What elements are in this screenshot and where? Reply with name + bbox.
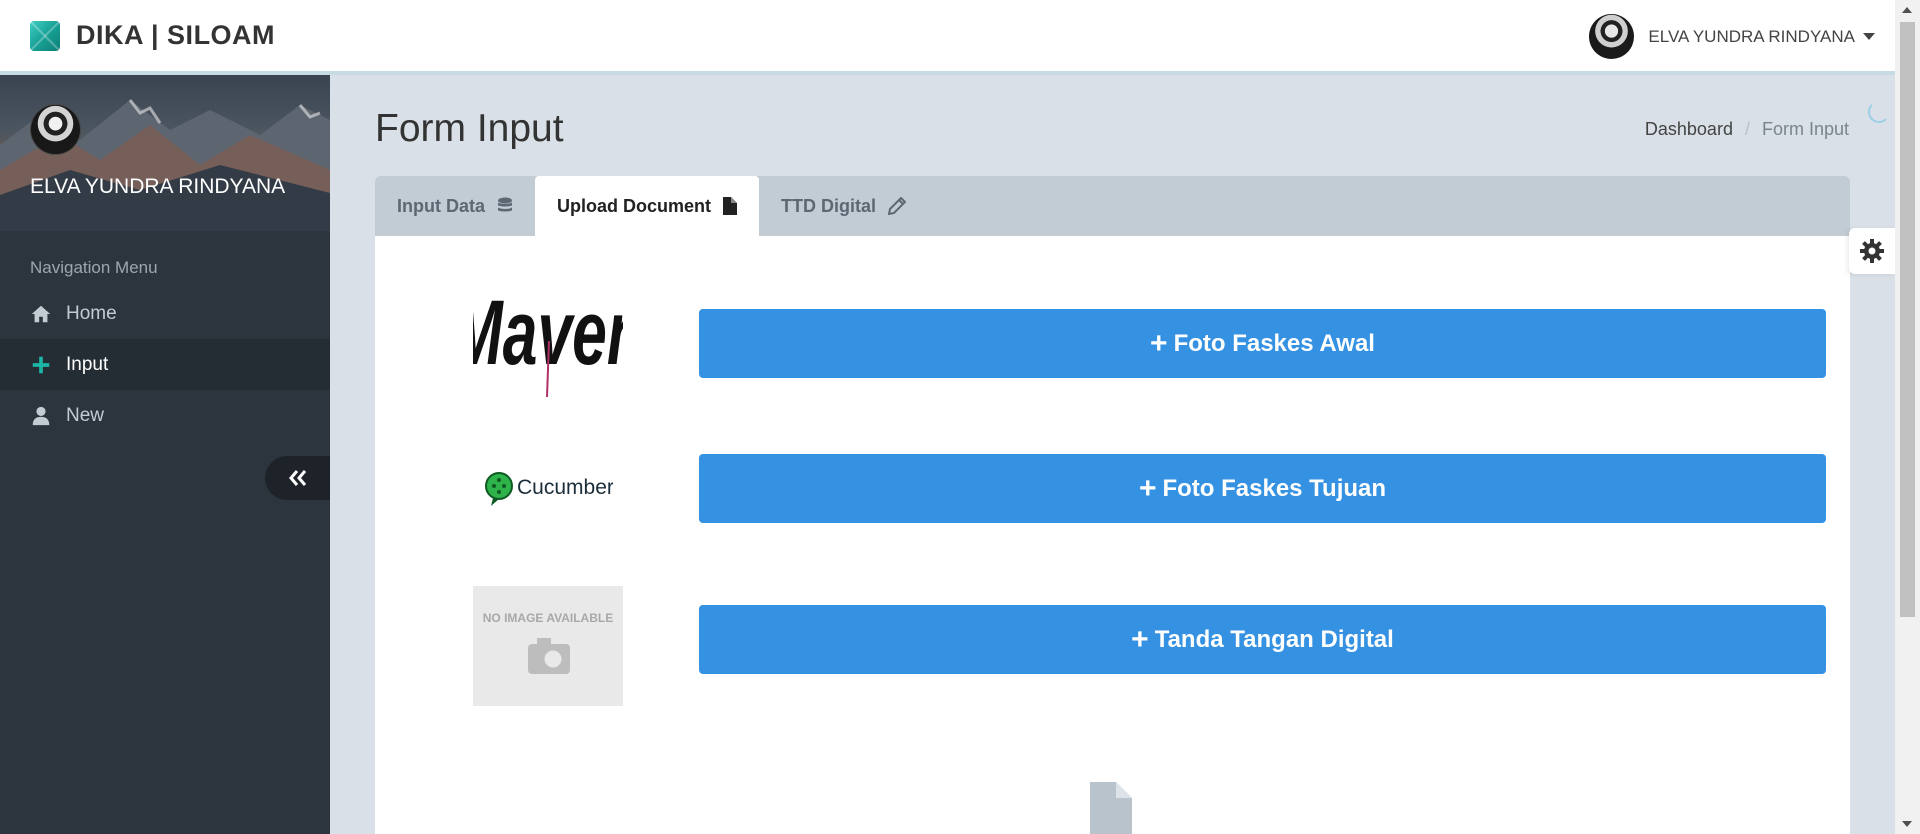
sidebar: ELVA YUNDRA RINDYANA Navigation Menu Hom… (0, 75, 330, 834)
database-icon (498, 197, 512, 212)
sidebar-profile: ELVA YUNDRA RINDYANA (0, 75, 330, 231)
plus-icon: + (1138, 471, 1157, 505)
vertical-scrollbar[interactable] (1895, 0, 1920, 834)
plus-icon: + (1131, 622, 1149, 656)
file-placeholder-icon (1090, 782, 1132, 834)
tab-label: TTD Digital (781, 195, 877, 216)
sidebar-item-home[interactable]: Home (0, 288, 330, 339)
sidebar-item-label: Home (66, 302, 117, 324)
sidebar-item-input[interactable]: Input (0, 339, 330, 390)
breadcrumb-current: Form Input (1761, 119, 1849, 139)
upload-button-label: Tanda Tangan Digital (1154, 625, 1394, 653)
upload-button-label: Foto Faskes Tujuan (1162, 474, 1387, 502)
preview-image-none: NO IMAGE AVAILABLE (473, 586, 623, 706)
collapse-sidebar-button[interactable] (265, 456, 330, 500)
breadcrumb: Dashboard / Form Input (1645, 119, 1849, 140)
plus-icon (32, 356, 50, 373)
cucumber-logo-text: Cucumber (517, 476, 613, 499)
nav-title: Navigation Menu (30, 258, 158, 277)
profile-avatar[interactable] (30, 104, 81, 155)
settings-button[interactable] (1849, 228, 1895, 274)
user-name: ELVA YUNDRA RINDYANA (1648, 26, 1855, 46)
tab-input-data[interactable]: Input Data (375, 176, 535, 236)
upload-panel: Maven + Foto Faskes Awal Cucumber + Foto… (375, 236, 1850, 834)
home-icon (31, 305, 51, 322)
maven-logo: Maven (473, 281, 623, 398)
double-chevron-left-icon (288, 470, 306, 486)
file-icon (723, 197, 738, 215)
pencil-icon (888, 197, 907, 215)
brand[interactable]: DIKA | SILOAM (30, 20, 275, 51)
preview-image-cucumber: Cucumber (473, 468, 623, 508)
no-image-text: NO IMAGE AVAILABLE (483, 611, 613, 625)
avatar (1589, 14, 1635, 59)
tab-upload-document[interactable]: Upload Document (535, 176, 760, 236)
page-title: Form Input (375, 107, 564, 150)
add-foto-faskes-awal-button[interactable]: + Foto Faskes Awal (699, 309, 1826, 378)
no-image-placeholder: NO IMAGE AVAILABLE (473, 586, 623, 706)
sidebar-item-label: New (66, 404, 105, 426)
plus-icon: + (1150, 326, 1168, 360)
tab-label: Upload Document (557, 195, 712, 216)
brand-name: DIKA | SILOAM (76, 20, 276, 50)
preview-image-maven: Maven (473, 279, 623, 399)
sidebar-item-new[interactable]: New (0, 390, 330, 441)
upload-button-label: Foto Faskes Awal (1173, 329, 1375, 357)
add-tanda-tangan-digital-button[interactable]: + Tanda Tangan Digital (699, 605, 1826, 674)
scroll-down-arrow-icon[interactable] (1902, 821, 1912, 827)
brand-logo-icon (30, 20, 60, 51)
add-foto-faskes-tujuan-button[interactable]: + Foto Faskes Tujuan (699, 454, 1826, 523)
sidebar-item-label: Input (66, 353, 109, 375)
loading-spinner-icon (1868, 101, 1890, 123)
top-header: DIKA | SILOAM ELVA YUNDRA RINDYANA (0, 0, 1895, 75)
tab-ttd-digital[interactable]: TTD Digital (759, 176, 928, 236)
user-menu[interactable]: ELVA YUNDRA RINDYANA (1589, 14, 1875, 59)
scrollbar-thumb[interactable] (1900, 22, 1915, 617)
tab-bar: Input Data Upload Document TTD Digital (375, 176, 1850, 236)
breadcrumb-dashboard[interactable]: Dashboard (1645, 119, 1733, 140)
scroll-up-arrow-icon[interactable] (1902, 7, 1912, 13)
cucumber-logo: Cucumber (485, 472, 613, 506)
breadcrumb-separator: / (1744, 119, 1750, 139)
profile-name: ELVA YUNDRA RINDYANA (30, 175, 286, 198)
caret-down-icon (1863, 33, 1875, 40)
user-icon (32, 406, 50, 425)
main-content: Form Input Dashboard / Form Input Input … (330, 79, 1895, 834)
tab-label: Input Data (397, 195, 485, 216)
gear-icon (1860, 239, 1884, 263)
nav-menu: Home Input New (0, 288, 330, 441)
